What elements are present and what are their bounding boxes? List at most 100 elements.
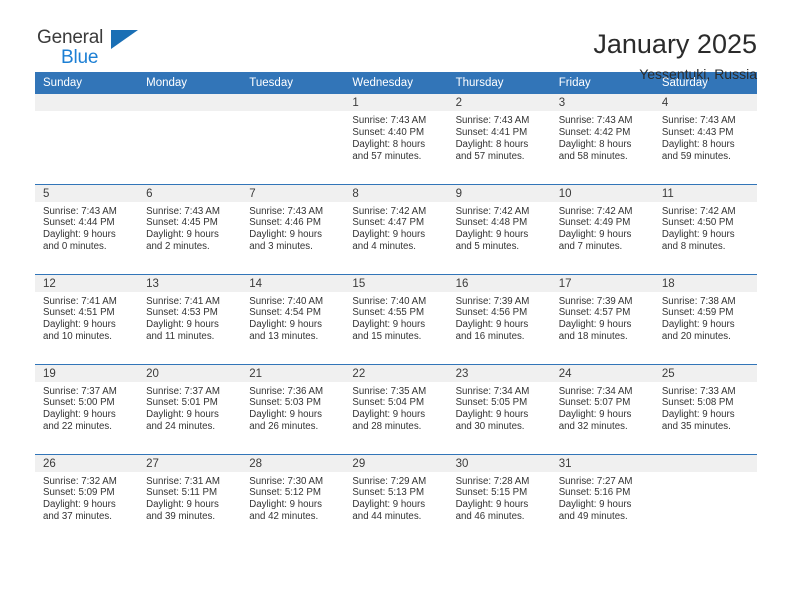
- calendar-day-cell[interactable]: 11 Sunrise: 7:42 AM Sunset: 4:50 PM Dayligh…: [653, 183, 757, 274]
- daylight-duration-line1: Daylight: 9 hours: [455, 409, 529, 421]
- sunrise-time: Sunrise: 7:39 AM: [455, 295, 530, 307]
- calendar-day-cell[interactable]: 19 Sunrise: 7:37 AM Sunset: 5:00 PM Dayligh…: [35, 363, 139, 454]
- daylight-duration-line2: and 35 minutes.: [661, 421, 731, 433]
- daylight-duration-line2: and 10 minutes.: [43, 331, 112, 343]
- calendar-day-cell: [653, 453, 757, 544]
- day-details: Sunrise: 7:29 AM Sunset: 5:13 PM Daylight:…: [344, 472, 447, 524]
- calendar-day-cell[interactable]: 24 Sunrise: 7:34 AM Sunset: 5:07 PM Dayligh…: [550, 363, 654, 454]
- daylight-duration-line2: and 46 minutes.: [455, 511, 525, 523]
- sunrise-time: Sunrise: 7:28 AM: [455, 475, 530, 487]
- daylight-duration-line2: and 57 minutes.: [352, 150, 422, 162]
- day-details: Sunrise: 7:34 AM Sunset: 5:07 PM Daylight:…: [551, 382, 654, 434]
- calendar-day-cell[interactable]: 21 Sunrise: 7:36 AM Sunset: 5:03 PM Dayligh…: [241, 363, 345, 454]
- day-details: Sunrise: 7:42 AM Sunset: 4:49 PM Daylight:…: [551, 202, 654, 254]
- daylight-duration-line2: and 24 minutes.: [146, 421, 216, 433]
- daylight-duration-line1: Daylight: 9 hours: [146, 229, 219, 241]
- calendar-day-cell[interactable]: 29 Sunrise: 7:29 AM Sunset: 5:13 PM Dayligh…: [344, 453, 448, 544]
- day-details: Sunrise: 7:40 AM Sunset: 4:54 PM Daylight:…: [241, 292, 344, 344]
- day-number: 16: [447, 274, 551, 292]
- calendar-day-cell[interactable]: 22 Sunrise: 7:35 AM Sunset: 5:04 PM Dayligh…: [344, 363, 448, 454]
- day-number: 18: [653, 274, 757, 292]
- daylight-duration-line2: and 37 minutes.: [43, 511, 112, 523]
- daylight-duration-line1: Daylight: 9 hours: [249, 319, 322, 331]
- day-box: 27 Sunrise: 7:31 AM Sunset: 5:11 PM Dayligh…: [138, 454, 242, 545]
- daylight-duration-line2: and 57 minutes.: [455, 150, 525, 162]
- sunset-time: Sunset: 4:43 PM: [661, 126, 734, 138]
- calendar-week-row: 12 Sunrise: 7:41 AM Sunset: 4:51 PM Dayligh…: [35, 273, 757, 364]
- calendar-day-cell: [35, 94, 139, 184]
- calendar-day-cell[interactable]: 1 Sunrise: 7:43 AM Sunset: 4:40 PM Daylight…: [344, 94, 448, 184]
- day-details: Sunrise: 7:41 AM Sunset: 4:53 PM Daylight:…: [138, 292, 241, 344]
- sunrise-time: Sunrise: 7:38 AM: [661, 295, 736, 307]
- calendar-day-cell[interactable]: 15 Sunrise: 7:40 AM Sunset: 4:55 PM Dayligh…: [344, 273, 448, 364]
- calendar-day-cell[interactable]: 31 Sunrise: 7:27 AM Sunset: 5:16 PM Dayligh…: [550, 453, 654, 545]
- day-details: Sunrise: 7:31 AM Sunset: 5:11 PM Daylight:…: [138, 472, 241, 524]
- calendar-day-cell[interactable]: 2 Sunrise: 7:43 AM Sunset: 4:41 PM Daylight…: [447, 94, 551, 184]
- sunrise-time: Sunrise: 7:43 AM: [558, 115, 633, 126]
- calendar-day-cell[interactable]: 12 Sunrise: 7:41 AM Sunset: 4:51 PM Dayligh…: [35, 273, 139, 364]
- calendar-day-cell[interactable]: 13 Sunrise: 7:41 AM Sunset: 4:53 PM Dayligh…: [138, 273, 242, 364]
- day-number: 15: [344, 274, 448, 292]
- day-number: 4: [653, 94, 757, 111]
- sunset-time: Sunset: 4:56 PM: [455, 307, 528, 319]
- sunset-time: Sunset: 4:46 PM: [249, 217, 321, 229]
- calendar-day-cell[interactable]: 3 Sunrise: 7:43 AM Sunset: 4:42 PM Daylight…: [550, 94, 654, 184]
- daylight-duration-line1: Daylight: 8 hours: [352, 138, 426, 150]
- day-details: Sunrise: 7:34 AM Sunset: 5:05 PM Daylight:…: [448, 382, 551, 434]
- day-number: 19: [35, 364, 139, 382]
- calendar-day-cell[interactable]: 18 Sunrise: 7:38 AM Sunset: 4:59 PM Dayligh…: [653, 273, 757, 364]
- day-number: 8: [344, 184, 448, 202]
- calendar-day-cell[interactable]: 16 Sunrise: 7:39 AM Sunset: 4:56 PM Dayligh…: [447, 273, 551, 364]
- day-number: 29: [344, 454, 448, 472]
- sunrise-time: Sunrise: 7:34 AM: [455, 385, 530, 397]
- calendar-day-cell[interactable]: 23 Sunrise: 7:34 AM Sunset: 5:05 PM Dayligh…: [447, 363, 551, 454]
- daylight-duration-line1: Daylight: 9 hours: [455, 499, 529, 511]
- calendar-day-cell[interactable]: 25 Sunrise: 7:33 AM Sunset: 5:08 PM Dayligh…: [653, 363, 757, 454]
- sunset-time: Sunset: 4:51 PM: [43, 307, 115, 319]
- daylight-duration-line1: Daylight: 9 hours: [352, 499, 426, 511]
- sunrise-time: Sunrise: 7:41 AM: [146, 295, 220, 307]
- calendar-day-cell[interactable]: 27 Sunrise: 7:31 AM Sunset: 5:11 PM Dayligh…: [138, 453, 242, 545]
- calendar-day-cell[interactable]: 10 Sunrise: 7:42 AM Sunset: 4:49 PM Dayligh…: [550, 183, 654, 274]
- calendar-day-cell[interactable]: 28 Sunrise: 7:30 AM Sunset: 5:12 PM Dayligh…: [241, 453, 345, 544]
- calendar-day-cell[interactable]: 17 Sunrise: 7:39 AM Sunset: 4:57 PM Dayligh…: [550, 273, 654, 364]
- day-box: 31 Sunrise: 7:27 AM Sunset: 5:16 PM Dayligh…: [550, 454, 654, 545]
- sunrise-time: Sunrise: 7:42 AM: [352, 205, 427, 217]
- day-box: 1 Sunrise: 7:43 AM Sunset: 4:40 PM Daylight…: [344, 94, 448, 184]
- calendar-day-cell[interactable]: 4 Sunrise: 7:43 AM Sunset: 4:43 PM Daylight…: [653, 94, 757, 184]
- sunrise-time: Sunrise: 7:43 AM: [661, 115, 736, 126]
- calendar-day-cell[interactable]: 5 Sunrise: 7:43 AM Sunset: 4:44 PM Daylight…: [35, 183, 139, 274]
- calendar-day-cell[interactable]: 20 Sunrise: 7:37 AM Sunset: 5:01 PM Dayligh…: [138, 363, 242, 454]
- calendar-day-cell[interactable]: 14 Sunrise: 7:40 AM Sunset: 4:54 PM Dayligh…: [241, 273, 345, 364]
- sunset-time: Sunset: 5:00 PM: [43, 397, 115, 409]
- day-details: Sunrise: 7:41 AM Sunset: 4:51 PM Daylight:…: [35, 292, 138, 344]
- page-title: January 2025: [593, 29, 757, 59]
- weekday-header-tuesday: Tuesday: [241, 72, 345, 94]
- day-details: Sunrise: 7:42 AM Sunset: 4:50 PM Daylight:…: [654, 202, 757, 254]
- weekday-header-sunday: Sunday: [35, 72, 139, 94]
- day-box: 5 Sunrise: 7:43 AM Sunset: 4:44 PM Daylight…: [35, 184, 139, 274]
- calendar-day-cell[interactable]: 9 Sunrise: 7:42 AM Sunset: 4:48 PM Daylight…: [447, 183, 551, 274]
- day-box: [241, 94, 345, 184]
- daylight-duration-line2: and 13 minutes.: [249, 331, 319, 343]
- sunset-time: Sunset: 5:04 PM: [352, 397, 425, 409]
- daylight-duration-line1: Daylight: 9 hours: [558, 319, 632, 331]
- day-box: 13 Sunrise: 7:41 AM Sunset: 4:53 PM Dayligh…: [138, 274, 242, 364]
- calendar-day-cell[interactable]: 6 Sunrise: 7:43 AM Sunset: 4:45 PM Daylight…: [138, 183, 242, 274]
- calendar-day-cell[interactable]: 7 Sunrise: 7:43 AM Sunset: 4:46 PM Daylight…: [241, 183, 345, 274]
- sunset-time: Sunset: 5:09 PM: [43, 487, 115, 499]
- daylight-duration-line1: Daylight: 8 hours: [558, 138, 632, 150]
- sunrise-time: Sunrise: 7:37 AM: [146, 385, 220, 397]
- daylight-duration-line1: Daylight: 9 hours: [661, 319, 735, 331]
- calendar-day-cell[interactable]: 26 Sunrise: 7:32 AM Sunset: 5:09 PM Dayligh…: [35, 453, 139, 544]
- calendar-week-row: 1 Sunrise: 7:43 AM Sunset: 4:40 PM Daylight…: [35, 94, 757, 184]
- daylight-duration-line2: and 15 minutes.: [352, 331, 422, 343]
- calendar-day-cell[interactable]: 30 Sunrise: 7:28 AM Sunset: 5:15 PM Dayligh…: [447, 453, 551, 544]
- day-details: Sunrise: 7:33 AM Sunset: 5:08 PM Daylight:…: [654, 382, 757, 434]
- day-details: Sunrise: 7:43 AM Sunset: 4:44 PM Daylight:…: [35, 202, 138, 254]
- daylight-duration-line1: Daylight: 9 hours: [249, 499, 322, 511]
- day-number: 26: [35, 454, 139, 472]
- sunset-time: Sunset: 4:44 PM: [43, 217, 115, 229]
- calendar-day-cell[interactable]: 8 Sunrise: 7:42 AM Sunset: 4:47 PM Daylight…: [344, 183, 448, 274]
- daylight-duration-line1: Daylight: 9 hours: [43, 319, 116, 331]
